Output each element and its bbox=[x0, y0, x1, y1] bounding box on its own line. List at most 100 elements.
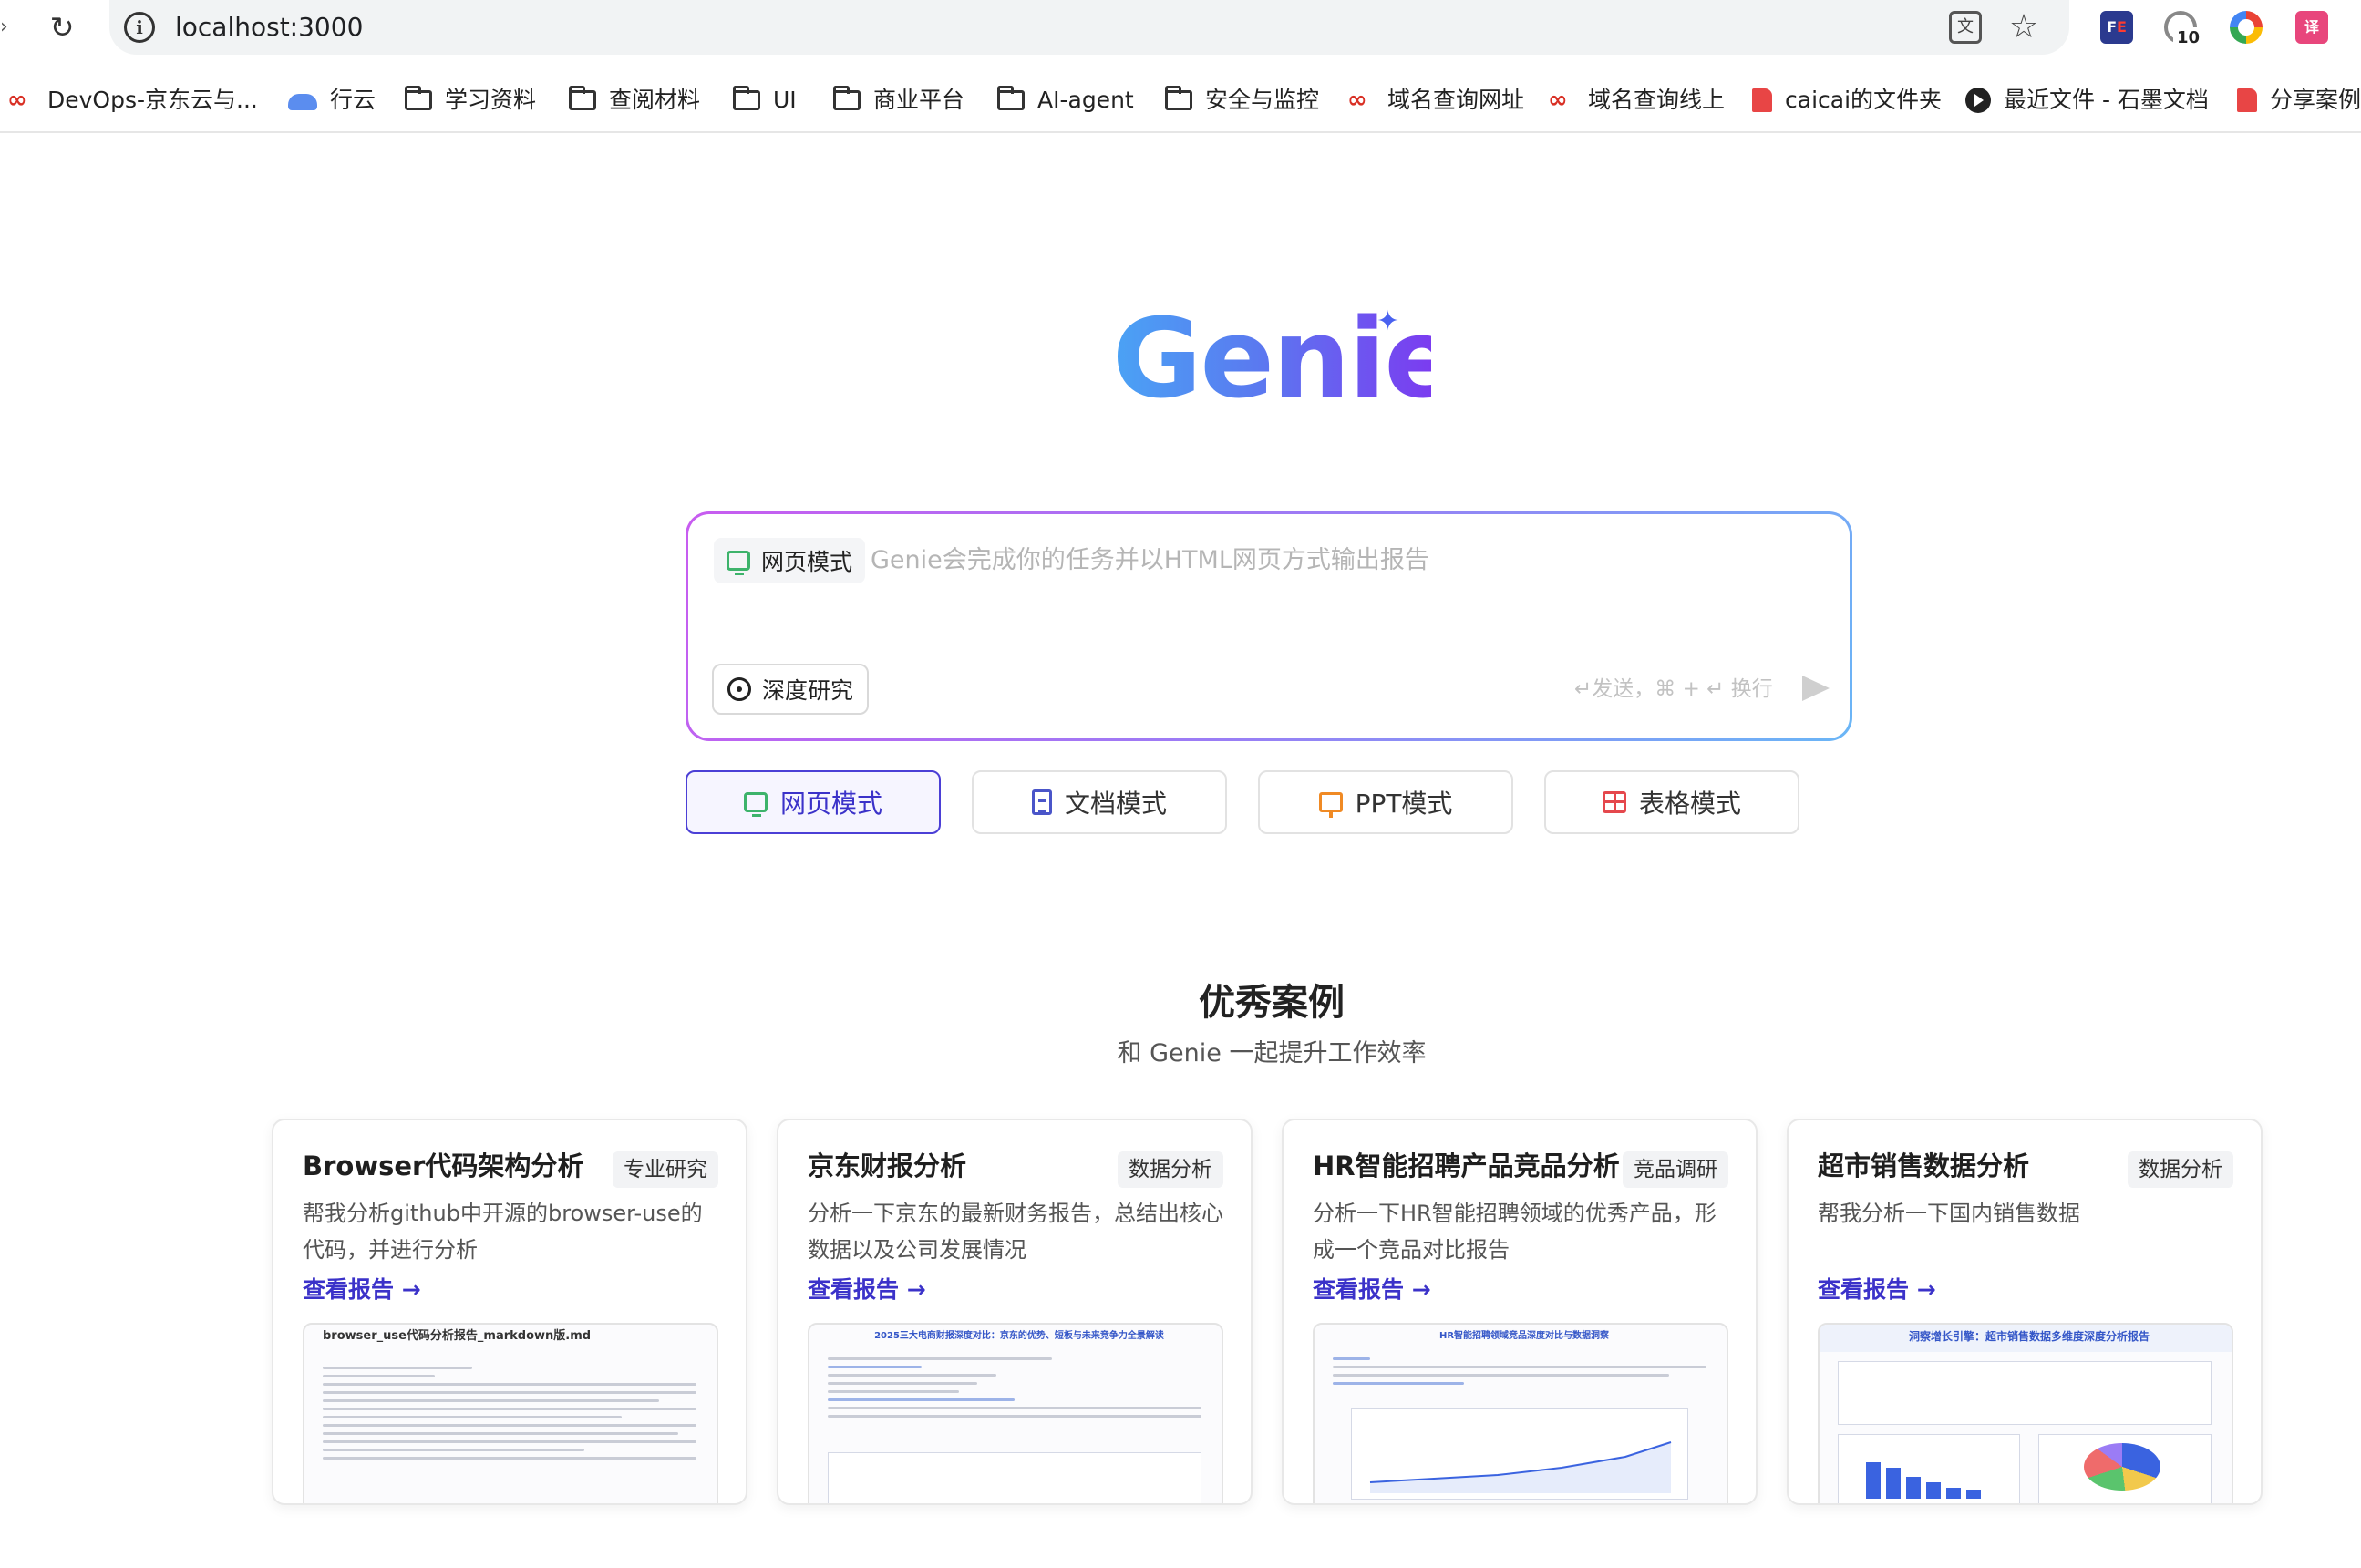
folder-icon bbox=[833, 90, 861, 110]
mode-chip[interactable]: 网页模式 bbox=[714, 538, 865, 583]
bookmark-label: caicai的文件夹 bbox=[1785, 80, 1942, 120]
doc-icon bbox=[1752, 88, 1772, 112]
deep-research-label: 深度研究 bbox=[762, 673, 853, 706]
arrow-right-icon: → bbox=[402, 1276, 421, 1303]
sparkle-icon: ✦ bbox=[1376, 308, 1404, 335]
case-title: Browser代码架构分析 bbox=[303, 1144, 583, 1188]
deep-research-button[interactable]: 深度研究 bbox=[712, 664, 869, 715]
view-report-link[interactable]: 查看报告 → bbox=[1818, 1272, 1936, 1308]
view-report-link[interactable]: 查看报告 → bbox=[303, 1272, 421, 1308]
bookmark-label: UI bbox=[773, 80, 797, 120]
report-preview-thumbnail[interactable]: 洞察增长引擎：超市销售数据多维度深度分析报告 bbox=[1818, 1323, 2233, 1505]
bookmark-item[interactable]: 最近文件 - 石墨文档 bbox=[1965, 80, 2209, 120]
bookmark-folder[interactable]: 查阅材料 bbox=[569, 80, 700, 120]
presentation-icon bbox=[1319, 792, 1343, 812]
bookmark-label: 查阅材料 bbox=[609, 80, 700, 120]
tab-table-mode[interactable]: 表格模式 bbox=[1544, 770, 1799, 834]
report-preview-thumbnail[interactable]: 2025三大电商财报深度对比：京东的优势、短板与未来竞争力全景解读 bbox=[808, 1323, 1223, 1505]
preview-text-lines bbox=[323, 1361, 696, 1465]
send-icon[interactable] bbox=[1802, 676, 1830, 701]
site-info-icon[interactable]: i bbox=[124, 12, 155, 43]
send-hint: ↵发送，⌘ + ↵ 换行 bbox=[1574, 669, 1773, 709]
document-icon bbox=[1032, 789, 1052, 815]
reload-icon[interactable]: ↻ bbox=[46, 11, 78, 44]
bookmark-folder[interactable]: AI-agent bbox=[997, 80, 1134, 120]
preview-title: HR智能招聘领域竞品深度对比与数据洞察 bbox=[1333, 1328, 1716, 1345]
case-tag: 数据分析 bbox=[2128, 1151, 2233, 1188]
tab-web-mode[interactable]: 网页模式 bbox=[686, 770, 941, 834]
case-description: 帮我分析github中开源的browser-use的代码，并进行分析 bbox=[303, 1195, 724, 1268]
case-card[interactable]: Browser代码架构分析 专业研究 帮我分析github中开源的browser… bbox=[272, 1119, 747, 1505]
folder-icon bbox=[405, 90, 432, 110]
case-title: 超市销售数据分析 bbox=[1818, 1144, 2029, 1188]
prompt-box: 网页模式 Genie会完成你的任务并以HTML网页方式输出报告 深度研究 ↵发送… bbox=[686, 511, 1852, 741]
folder-icon bbox=[1165, 90, 1192, 110]
tab-doc-mode[interactable]: 文档模式 bbox=[972, 770, 1227, 834]
url-text[interactable]: localhost:3000 bbox=[175, 9, 363, 46]
tab-label: PPT模式 bbox=[1356, 784, 1453, 820]
bookmark-item[interactable]: ∞ 域名查询线上 bbox=[1548, 80, 1725, 120]
preview-line-chart-svg bbox=[1352, 1409, 1689, 1501]
report-preview-thumbnail[interactable]: browser_use代码分析报告_markdown版.md bbox=[303, 1323, 718, 1505]
tab-ppt-mode[interactable]: PPT模式 bbox=[1258, 770, 1513, 834]
case-card[interactable]: 超市销售数据分析 数据分析 帮我分析一下国内销售数据 查看报告 → 洞察增长引擎… bbox=[1787, 1119, 2263, 1505]
toolbar-divider bbox=[0, 131, 2361, 133]
folder-icon bbox=[569, 90, 596, 110]
translate-icon[interactable]: 文 bbox=[1949, 11, 1982, 44]
case-card[interactable]: 京东财报分析 数据分析 分析一下京东的最新财务报告，总结出核心数据以及公司发展情… bbox=[777, 1119, 1253, 1505]
bookmark-item[interactable]: caicai的文件夹 bbox=[1752, 80, 1942, 120]
view-report-label: 查看报告 bbox=[1818, 1276, 1909, 1303]
folder-icon bbox=[997, 90, 1025, 110]
cloud-icon bbox=[288, 94, 317, 110]
report-preview-thumbnail[interactable]: HR智能招聘领域竞品深度对比与数据洞察 bbox=[1313, 1323, 1728, 1505]
bookmark-folder[interactable]: 安全与监控 bbox=[1165, 80, 1319, 120]
back-arrow-icon[interactable]: › bbox=[0, 16, 9, 38]
preview-pie bbox=[2084, 1443, 2160, 1491]
preview-bar-chart bbox=[1838, 1434, 2020, 1505]
view-report-link[interactable]: 查看报告 → bbox=[1313, 1272, 1431, 1308]
case-tag: 数据分析 bbox=[1118, 1151, 1223, 1188]
bookmark-folder[interactable]: 商业平台 bbox=[833, 80, 964, 120]
bookmark-item[interactable]: 行云 bbox=[288, 80, 376, 120]
case-tag: 竞品调研 bbox=[1623, 1151, 1728, 1188]
section-subtitle: 和 Genie 一起提升工作效率 bbox=[998, 1034, 1545, 1074]
prompt-input[interactable]: Genie会完成你的任务并以HTML网页方式输出报告 bbox=[871, 538, 1429, 583]
arrow-right-icon: → bbox=[1917, 1276, 1936, 1303]
bookmark-label: AI-agent bbox=[1037, 80, 1134, 120]
bookmark-item[interactable]: 分享案例 bbox=[2237, 80, 2361, 120]
bookmark-folder[interactable]: UI bbox=[733, 80, 797, 120]
arrow-right-icon: → bbox=[907, 1276, 926, 1303]
preview-line-chart bbox=[1351, 1408, 1688, 1500]
bookmark-label: 分享案例 bbox=[2270, 80, 2361, 120]
case-card[interactable]: HR智能招聘产品竞品分析 竞品调研 分析一下HR智能招聘领域的优秀产品，形成一个… bbox=[1282, 1119, 1758, 1505]
address-bar[interactable] bbox=[109, 0, 2069, 55]
bookmark-label: 域名查询网址 bbox=[1387, 80, 1524, 120]
bookmark-label: DevOps-京东云与... bbox=[47, 80, 258, 120]
bookmark-item[interactable]: ∞ DevOps-京东云与... bbox=[7, 80, 258, 120]
preview-text-lines bbox=[828, 1352, 1201, 1423]
bookmark-folder[interactable]: 学习资料 bbox=[405, 80, 536, 120]
extension-fe-icon[interactable]: FE bbox=[2100, 11, 2133, 44]
extension-ring-icon[interactable] bbox=[2230, 11, 2263, 44]
tab-label: 网页模式 bbox=[780, 784, 882, 820]
play-icon bbox=[1965, 88, 1991, 113]
preview-title: browser_use代码分析报告_markdown版.md bbox=[323, 1328, 706, 1345]
bookmark-item[interactable]: ∞ 域名查询网址 bbox=[1347, 80, 1524, 120]
case-description: 分析一下HR智能招聘领域的优秀产品，形成一个竞品对比报告 bbox=[1313, 1195, 1734, 1268]
monitor-icon bbox=[744, 792, 768, 812]
preview-title: 2025三大电商财报深度对比：京东的优势、短板与未来竞争力全景解读 bbox=[828, 1328, 1211, 1345]
link-icon: ∞ bbox=[1347, 88, 1375, 112]
view-report-link[interactable]: 查看报告 → bbox=[808, 1272, 926, 1308]
view-report-label: 查看报告 bbox=[808, 1276, 899, 1303]
case-title: 京东财报分析 bbox=[808, 1144, 966, 1188]
doc-icon bbox=[2237, 88, 2257, 112]
extension-translate-icon[interactable]: 译 bbox=[2295, 11, 2328, 44]
section-title: 优秀案例 bbox=[1089, 975, 1454, 1030]
extension-badge: 10 bbox=[2173, 27, 2203, 49]
bookmark-star-icon[interactable]: ☆ bbox=[2005, 7, 2042, 47]
monitor-icon bbox=[727, 551, 750, 571]
bookmark-label: 域名查询线上 bbox=[1588, 80, 1725, 120]
mode-chip-label: 网页模式 bbox=[761, 544, 852, 577]
bookmark-label: 商业平台 bbox=[873, 80, 964, 120]
prompt-box-inner[interactable]: 网页模式 Genie会完成你的任务并以HTML网页方式输出报告 深度研究 ↵发送… bbox=[688, 514, 1850, 738]
